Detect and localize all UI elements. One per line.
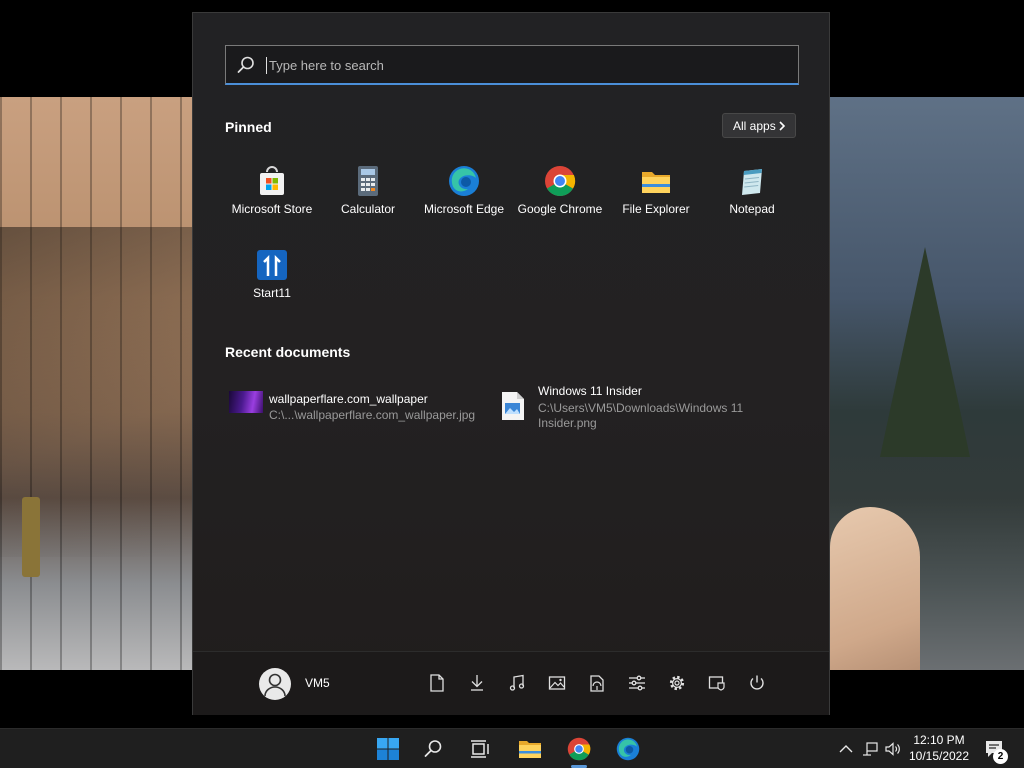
pinned-label: Calculator — [340, 202, 396, 216]
task-view-icon[interactable] — [468, 737, 492, 761]
search-icon[interactable] — [421, 737, 445, 761]
recent-documents-title: Recent documents — [225, 344, 351, 360]
chevron-right-icon — [779, 121, 786, 131]
pinned-label: Microsoft Store — [231, 202, 313, 216]
clock-date: 10/15/2022 — [908, 749, 970, 763]
file-explorer-icon[interactable] — [518, 737, 542, 761]
pinned-file-explorer[interactable]: File Explorer — [608, 165, 704, 235]
settings-sliders-icon[interactable] — [628, 674, 646, 692]
pinned-start11[interactable]: Start11 — [224, 249, 320, 319]
downloads-icon[interactable] — [468, 674, 486, 692]
gear-icon[interactable] — [668, 674, 686, 692]
all-apps-label: All apps — [733, 118, 776, 133]
pinned-title: Pinned — [225, 119, 272, 135]
pinned-label: File Explorer — [622, 202, 690, 216]
chrome-icon — [545, 166, 576, 197]
wallpaper-right-scene — [830, 97, 1024, 670]
user-name: VM5 — [305, 676, 330, 690]
search-icon — [237, 56, 254, 73]
document-name: wallpaperflare.com_wallpaper — [269, 392, 428, 406]
start-menu-footer: VM5 — [193, 651, 829, 715]
pinned-label: Microsoft Edge — [423, 202, 505, 216]
notification-count-badge: 2 — [993, 749, 1008, 764]
edge-icon — [449, 166, 479, 196]
chrome-icon[interactable] — [567, 737, 591, 761]
pinned-microsoft-store[interactable]: Microsoft Store — [224, 165, 320, 235]
documents-icon[interactable] — [428, 674, 446, 692]
power-icon[interactable] — [748, 674, 766, 692]
pinned-calculator[interactable]: Calculator — [320, 165, 416, 235]
pinned-google-chrome[interactable]: Google Chrome — [512, 165, 608, 235]
image-thumbnail — [229, 391, 263, 413]
pinned-label: Google Chrome — [517, 202, 603, 216]
search-box[interactable] — [225, 45, 799, 85]
pinned-label: Notepad — [729, 202, 775, 216]
tablet-icon[interactable] — [708, 674, 726, 692]
user-avatar[interactable] — [259, 668, 291, 700]
clock-time: 12:10 PM — [913, 733, 965, 747]
wallpaper-hand — [830, 507, 920, 670]
user-icon — [264, 673, 286, 697]
edge-icon[interactable] — [616, 737, 640, 761]
pinned-notepad[interactable]: Notepad — [704, 165, 800, 235]
chevron-up-icon[interactable] — [838, 741, 854, 757]
wallpaper-post — [22, 497, 40, 577]
microsoft-store-icon — [260, 166, 284, 195]
music-icon[interactable] — [508, 674, 526, 692]
start-menu: Pinned All apps Microsoft Store — [192, 12, 830, 715]
wallpaper-tree — [880, 247, 970, 457]
notepad-icon — [742, 169, 762, 195]
volume-icon[interactable] — [885, 741, 901, 757]
recent-document-windows11-insider[interactable]: Windows 11 Insider C:\Users\VM5\Download… — [501, 383, 771, 433]
folder-icon — [642, 172, 670, 193]
windows-start-icon[interactable] — [376, 737, 400, 761]
network-icon[interactable] — [588, 674, 606, 692]
document-path: C:\...\wallpaperflare.com_wallpaper.jpg — [269, 408, 476, 422]
calculator-icon — [358, 166, 378, 196]
clock[interactable]: 12:10 PM 10/15/2022 — [904, 732, 974, 764]
document-name: Windows 11 Insider — [538, 384, 642, 398]
pictures-icon[interactable] — [548, 674, 566, 692]
search-input[interactable] — [267, 52, 771, 78]
image-file-icon — [502, 392, 524, 420]
network-icon[interactable] — [862, 741, 878, 757]
start11-icon — [257, 250, 287, 280]
all-apps-button[interactable]: All apps — [722, 113, 796, 138]
pinned-label: Start11 — [253, 286, 291, 300]
taskbar: 12:10 PM 10/15/2022 2 — [0, 728, 1024, 768]
pinned-microsoft-edge[interactable]: Microsoft Edge — [416, 165, 512, 235]
recent-document-wallpaper[interactable]: wallpaperflare.com_wallpaper C:\...\wall… — [229, 389, 479, 439]
document-path: C:\Users\VM5\Downloads\Windows 11 Inside… — [538, 401, 744, 430]
